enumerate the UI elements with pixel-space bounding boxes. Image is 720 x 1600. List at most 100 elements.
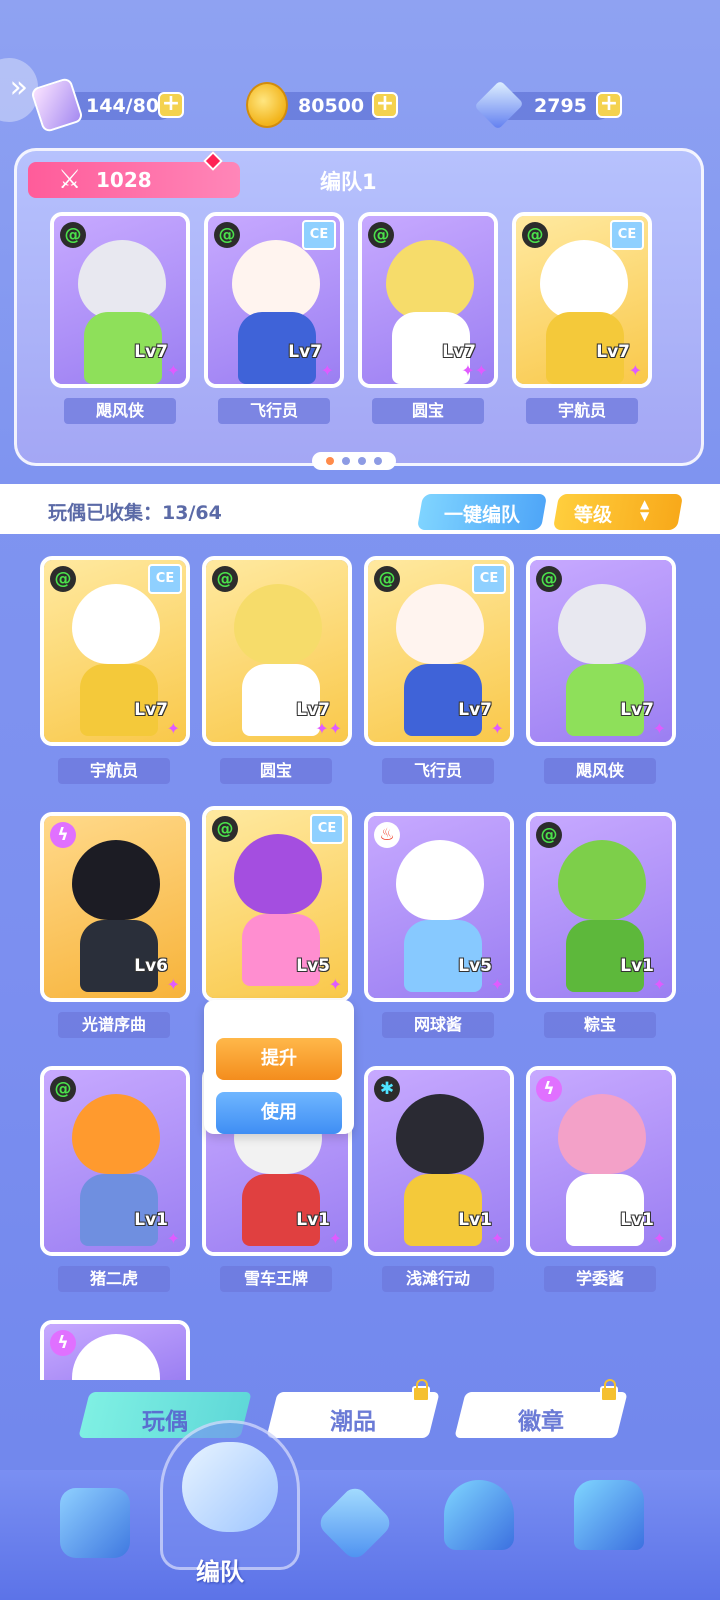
sort-level-label[interactable]: 等级 <box>574 500 612 527</box>
nav-team-label[interactable]: 编队 <box>196 1552 244 1587</box>
sparkle-icon: ✦ <box>652 975 666 994</box>
sparkle-icon: ✦ <box>490 1229 504 1248</box>
sparkle-icon: ✦ <box>166 361 180 380</box>
member-name: 飞行员 <box>218 398 330 424</box>
shop-icon[interactable] <box>60 1488 130 1558</box>
gem-icon <box>474 80 524 130</box>
doll-level: Lv1 <box>620 1210 654 1230</box>
doll-card[interactable]: @ CE Lv5 ✦ <box>202 806 352 1002</box>
doll-name: 猪二虎 <box>58 1266 170 1292</box>
doll-level: Lv7 <box>620 700 654 720</box>
doll-card[interactable]: ϟ <box>40 1320 190 1380</box>
doll-card[interactable]: @ Lv7 ✦ <box>526 556 676 746</box>
doll-card[interactable]: ϟ Lv1 ✦ <box>526 1066 676 1256</box>
add-coin-button[interactable]: + <box>372 92 398 118</box>
sparkle-icon: ✦✦ <box>315 719 342 738</box>
team-member-card[interactable]: @ Lv7 ✦✦ <box>358 212 498 388</box>
doll-name: 飓风侠 <box>544 758 656 784</box>
page-dot <box>326 457 334 465</box>
doll-level: Lv6 <box>134 956 168 976</box>
ce-badge-icon: CE <box>472 564 506 594</box>
sort-level-button[interactable] <box>552 494 684 530</box>
page-dot <box>342 457 350 465</box>
doll-card[interactable]: @ Lv7 ✦✦ <box>202 556 352 746</box>
tab-trendy-label[interactable]: 潮品 <box>272 1402 434 1436</box>
spiral-icon: @ <box>374 566 400 592</box>
ce-badge-icon: CE <box>148 564 182 594</box>
coin-counter: 80500 + <box>246 82 398 128</box>
member-level: Lv7 <box>442 342 476 362</box>
page-dot <box>358 457 366 465</box>
use-button[interactable]: 使用 <box>216 1092 342 1134</box>
sparkle-icon: ✦ <box>652 1229 666 1248</box>
doll-card[interactable]: ✱ Lv1 ✦ <box>364 1066 514 1256</box>
team-member-card[interactable]: @ CE Lv7 ✦ <box>512 212 652 388</box>
sparkle-icon: ✦ <box>166 719 180 738</box>
sparkle-icon: ✦ <box>166 1229 180 1248</box>
doll-level: Lv7 <box>296 700 330 720</box>
team-member-card[interactable]: @ CE Lv7 ✦ <box>204 212 344 388</box>
member-level: Lv7 <box>596 342 630 362</box>
sparkle-icon: ✦ <box>490 719 504 738</box>
tab-badges-label[interactable]: 徽章 <box>460 1402 622 1436</box>
spiral-icon: @ <box>536 566 562 592</box>
ticket-icon <box>29 76 85 134</box>
collection-count: 玩偶已收集：13/64 <box>48 502 222 524</box>
doll-card[interactable]: ϟ Lv6 ✦ <box>40 812 190 1002</box>
doll-card[interactable]: @ Lv1 ✦ <box>526 812 676 1002</box>
spiral-icon: @ <box>50 566 76 592</box>
sparkle-icon: ✦ <box>320 361 334 380</box>
member-name: 圆宝 <box>372 398 484 424</box>
upgrade-button[interactable]: 提升 <box>216 1038 342 1080</box>
sparkle-icon: ✦ <box>490 975 504 994</box>
spiral-icon: @ <box>50 1076 76 1102</box>
doll-name: 网球酱 <box>382 1012 494 1038</box>
spiral-icon: @ <box>212 816 238 842</box>
trophy-icon[interactable] <box>444 1480 514 1550</box>
lightning-icon: ϟ <box>50 1330 76 1356</box>
team-member-card[interactable]: @ Lv7 ✦ <box>50 212 190 388</box>
whistle-icon <box>182 1442 278 1532</box>
spiral-icon: @ <box>522 222 548 248</box>
lock-icon <box>600 1379 618 1402</box>
doll-level: Lv1 <box>458 1210 492 1230</box>
doll-name: 学委酱 <box>544 1266 656 1292</box>
sparkle-icon: ✦ <box>166 975 180 994</box>
sparkle-icon: ✦ <box>328 975 342 994</box>
doll-card[interactable]: @ CE Lv7 ✦ <box>364 556 514 746</box>
spiral-icon: @ <box>212 566 238 592</box>
team-title: 编队1 <box>320 170 377 194</box>
spiral-icon: @ <box>214 222 240 248</box>
team-page-indicator[interactable] <box>312 452 396 470</box>
doll-name: 雪车王牌 <box>220 1266 332 1292</box>
doll-level: Lv7 <box>134 700 168 720</box>
doll-level: Lv1 <box>620 956 654 976</box>
doll-name: 飞行员 <box>382 758 494 784</box>
mystery-box-icon[interactable] <box>574 1480 644 1550</box>
member-name: 飓风侠 <box>64 398 176 424</box>
gem-counter: 2795 + <box>474 80 622 130</box>
ce-badge-icon: CE <box>310 814 344 844</box>
doll-card[interactable]: ♨ Lv5 ✦ <box>364 812 514 1002</box>
sort-arrows-icon: ▲ ▼ <box>640 497 650 523</box>
doll-name: 圆宝 <box>220 758 332 784</box>
stamina-counter: 144/80 + <box>29 76 184 134</box>
add-gem-button[interactable]: + <box>596 92 622 118</box>
doll-name: 浅滩行动 <box>382 1266 494 1292</box>
fire-icon: ♨ <box>374 822 400 848</box>
spiral-icon: @ <box>368 222 394 248</box>
member-level: Lv7 <box>288 342 322 362</box>
ce-badge-icon: CE <box>610 220 644 250</box>
sparkle-icon: ✦ <box>628 361 642 380</box>
doll-card[interactable]: @ Lv1 ✦ <box>40 1066 190 1256</box>
spiral-icon: @ <box>60 222 86 248</box>
auto-team-label[interactable]: 一键编队 <box>420 500 544 527</box>
ce-badge-icon: CE <box>302 220 336 250</box>
doll-name: 宇航员 <box>58 758 170 784</box>
add-stamina-button[interactable]: + <box>158 92 184 118</box>
sparkle-icon: ✦ <box>652 719 666 738</box>
sparkle-icon: ✦ <box>328 1229 342 1248</box>
doll-card[interactable]: @ CE Lv7 ✦ <box>40 556 190 746</box>
member-name: 宇航员 <box>526 398 638 424</box>
member-level: Lv7 <box>134 342 168 362</box>
